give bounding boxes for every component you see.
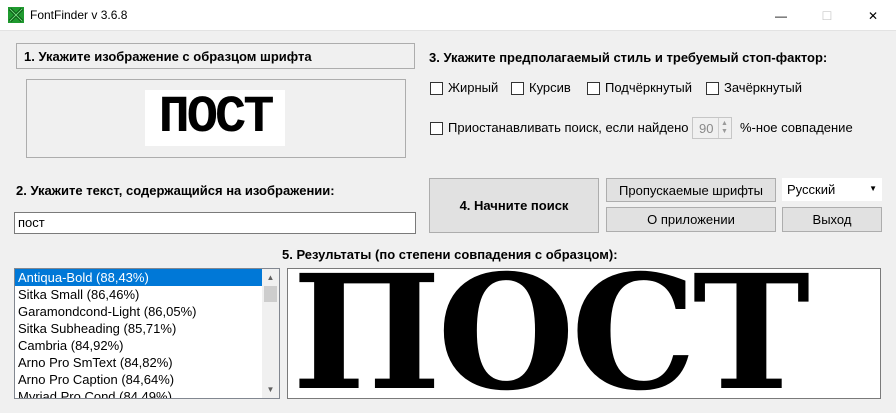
- window-title: FontFinder v 3.6.8: [30, 8, 128, 22]
- language-value: Русский: [787, 182, 836, 197]
- skip-fonts-button[interactable]: Пропускаемые шрифты: [606, 178, 776, 202]
- spinner-down-icon[interactable]: ▼: [721, 128, 728, 135]
- list-item[interactable]: Arno Pro Caption (84,64%): [15, 371, 279, 388]
- list-item[interactable]: Garamondcond-Light (86,05%): [15, 303, 279, 320]
- step5-label: 5. Результаты (по степени совпадения с о…: [282, 247, 618, 262]
- close-button[interactable]: ✕: [850, 0, 896, 31]
- stop-percent-spinner[interactable]: 90 ▲ ▼: [692, 117, 732, 139]
- list-item[interactable]: Antiqua-Bold (88,43%): [15, 269, 279, 286]
- scroll-down-icon[interactable]: ▼: [262, 381, 279, 398]
- step1-header-box: 1. Укажите изображение с образцом шрифта: [16, 43, 415, 69]
- step1-label: 1. Укажите изображение с образцом шрифта: [24, 49, 312, 64]
- step2-label: 2. Укажите текст, содержащийся на изобра…: [16, 183, 335, 198]
- language-select[interactable]: Русский ▼: [782, 178, 882, 201]
- step3-label: 3. Укажите предполагаемый стиль и требуе…: [429, 50, 828, 65]
- about-button[interactable]: О приложении: [606, 207, 776, 232]
- results-scrollbar[interactable]: ▲ ▼: [262, 269, 279, 398]
- italic-checkbox[interactable]: [511, 82, 524, 95]
- scroll-up-icon[interactable]: ▲: [262, 269, 279, 286]
- list-item[interactable]: Cambria (84,92%): [15, 337, 279, 354]
- italic-checkbox-label: Курсив: [529, 80, 571, 95]
- stop-search-suffix: %-ное совпадение: [740, 120, 853, 135]
- sample-image-text: ПОСТ: [158, 88, 275, 147]
- sample-image-box[interactable]: ПОСТ: [26, 79, 406, 158]
- stop-percent-value: 90: [699, 121, 714, 136]
- list-item[interactable]: Myriad Pro Cond (84,49%): [15, 388, 279, 398]
- list-item[interactable]: Sitka Subheading (85,71%): [15, 320, 279, 337]
- exit-button[interactable]: Выход: [782, 207, 882, 232]
- minimize-icon: —: [775, 8, 787, 23]
- bold-checkbox[interactable]: [430, 82, 443, 95]
- spinner-up-icon[interactable]: ▲: [721, 120, 728, 127]
- stop-search-label: Приостанавливать поиск, если найдено: [448, 120, 689, 135]
- font-preview-text: ПОСТ: [292, 268, 810, 399]
- sample-image: ПОСТ: [145, 90, 285, 146]
- results-list[interactable]: Antiqua-Bold (88,43%) Sitka Small (86,46%…: [14, 268, 280, 399]
- app-icon: [8, 7, 24, 23]
- stop-search-checkbox[interactable]: [430, 122, 443, 135]
- start-search-button[interactable]: 4. Начните поиск: [429, 178, 599, 233]
- maximize-icon: ☐: [821, 8, 833, 23]
- list-item[interactable]: Arno Pro SmText (84,82%): [15, 354, 279, 371]
- bold-checkbox-label: Жирный: [448, 80, 499, 95]
- title-bar: FontFinder v 3.6.8 — ☐ ✕: [0, 0, 896, 31]
- strikeout-checkbox-label: Зачёркнутый: [724, 80, 802, 95]
- close-icon: ✕: [867, 8, 879, 23]
- list-item[interactable]: Sitka Small (86,46%): [15, 286, 279, 303]
- maximize-button[interactable]: ☐: [804, 0, 850, 31]
- underline-checkbox[interactable]: [587, 82, 600, 95]
- chevron-down-icon: ▼: [869, 184, 877, 193]
- scroll-thumb[interactable]: [264, 286, 277, 302]
- results-items: Antiqua-Bold (88,43%) Sitka Small (86,46%…: [15, 269, 279, 398]
- font-preview-box: ПОСТ: [287, 268, 881, 399]
- minimize-button[interactable]: —: [758, 0, 804, 31]
- spinner-arrows[interactable]: ▲ ▼: [718, 118, 731, 138]
- strikeout-checkbox[interactable]: [706, 82, 719, 95]
- sample-text-input[interactable]: пост: [14, 212, 416, 234]
- underline-checkbox-label: Подчёркнутый: [605, 80, 693, 95]
